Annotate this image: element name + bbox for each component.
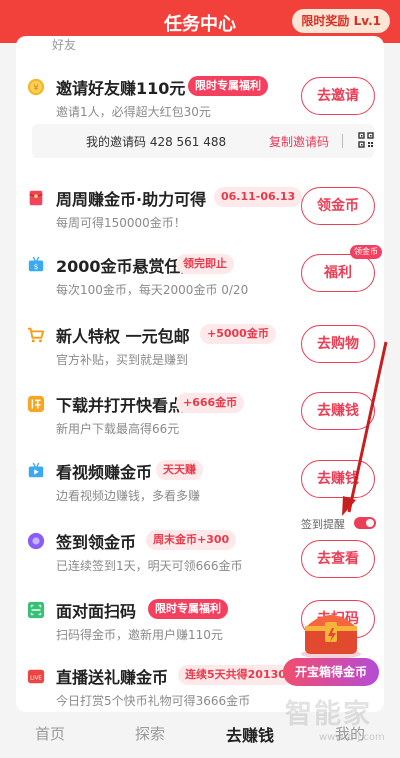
task-title: 看视频赚金币 bbox=[56, 463, 153, 482]
task-subtitle: 扫码得金币，邀新用户赚110元 bbox=[56, 628, 223, 642]
task-subtitle: 每次100金币，每天2000金币 0/20 bbox=[56, 283, 249, 297]
svg-text:$: $ bbox=[34, 262, 39, 271]
earn-money-button[interactable]: 去赚钱 bbox=[301, 460, 375, 498]
red-envelope-icon bbox=[29, 190, 43, 206]
claim-coins-badge: 领金币 bbox=[350, 245, 382, 259]
task-watch-video: 看视频赚金币 天天赚 边看视频边赚钱，多看多赚 去赚钱 bbox=[16, 456, 384, 516]
task-invite-friends: ¥ 邀请好友赚110元 限时专属福利 邀请1人，必得超大红包30元 去邀请 bbox=[16, 72, 384, 132]
toggle-knob bbox=[366, 519, 374, 527]
task-title: 面对面扫码 bbox=[56, 602, 137, 621]
task-subtitle: 每周可得150000金币！ bbox=[56, 216, 186, 230]
live-gift-icon: LIVE bbox=[27, 669, 45, 684]
reward-level-badge[interactable]: 限时奖励 Lv.1 bbox=[292, 9, 390, 33]
previous-section-text: 好友 bbox=[52, 38, 77, 52]
checkin-reminder-label: 签到提醒 bbox=[301, 518, 345, 531]
svg-text:LIVE: LIVE bbox=[30, 676, 42, 682]
tv-bounty-icon: $ bbox=[28, 256, 44, 272]
task-tag: +5000金币 bbox=[200, 324, 276, 344]
divider bbox=[342, 134, 343, 148]
tab-home[interactable]: 首页 bbox=[15, 723, 85, 744]
claim-coins-button[interactable]: 领金币 bbox=[301, 187, 375, 225]
invite-code-box: 我的邀请码 428 561 488 复制邀请码 bbox=[32, 124, 374, 158]
open-chest-label: 开宝箱得金币 bbox=[283, 658, 379, 686]
task-tag: 06.11-06.13 bbox=[214, 187, 303, 207]
task-subtitle: 今日打赏5个快币礼物可得3666金币 bbox=[56, 694, 251, 708]
scan-qr-icon bbox=[27, 601, 45, 619]
task-download-kuaikandian: 下载并打开快看点 +666金币 新用户下载最高得66元 去赚钱 bbox=[16, 389, 384, 449]
tab-explore[interactable]: 探索 bbox=[115, 723, 185, 744]
treasure-chest-icon bbox=[301, 615, 361, 659]
bottom-tab-bar: 首页 探索 去赚钱 我的 bbox=[0, 712, 400, 758]
copy-invite-code-link[interactable]: 复制邀请码 bbox=[269, 133, 329, 150]
task-tag: 限时专属福利 bbox=[148, 599, 228, 619]
shopping-cart-icon bbox=[27, 327, 45, 343]
task-subtitle: 新用户下载最高得66元 bbox=[56, 422, 180, 436]
gold-coin-icon: ¥ bbox=[27, 78, 45, 96]
task-tag: +666金币 bbox=[176, 393, 245, 413]
checkin-reminder-toggle[interactable] bbox=[354, 517, 376, 529]
task-tag: 天天赚 bbox=[156, 460, 203, 480]
earn-money-button[interactable]: 去赚钱 bbox=[301, 392, 375, 430]
welfare-button[interactable]: 福利 bbox=[301, 254, 375, 292]
tab-mine[interactable]: 我的 bbox=[315, 723, 385, 744]
task-title: 邀请好友赚110元 bbox=[56, 79, 186, 98]
go-shopping-button[interactable]: 去购物 bbox=[301, 325, 375, 363]
task-title: 新人特权 一元包邮 bbox=[56, 327, 190, 346]
invite-code-text: 我的邀请码 428 561 488 bbox=[86, 135, 227, 149]
kuaikandian-app-icon bbox=[27, 395, 45, 413]
task-subtitle: 官方补贴，买到就是赚到 bbox=[56, 353, 189, 367]
treasure-chest-widget[interactable]: 开宝箱得金币 bbox=[283, 604, 379, 690]
tab-earn-money[interactable]: 去赚钱 bbox=[215, 722, 285, 746]
task-weekly-coins: 周周赚金币·助力可得 06.11-06.13 每周可得150000金币！ 领金币 bbox=[16, 183, 384, 243]
task-tag: 周末金币+300 bbox=[146, 530, 237, 550]
qr-code-icon[interactable] bbox=[358, 132, 374, 148]
svg-text:¥: ¥ bbox=[33, 84, 39, 94]
checkin-circle-icon bbox=[27, 532, 45, 550]
task-new-user-shopping: 新人特权 一元包邮 +5000金币 官方补贴，买到就是赚到 去购物 bbox=[16, 320, 384, 380]
invite-button[interactable]: 去邀请 bbox=[301, 77, 375, 115]
task-title: 签到领金币 bbox=[56, 533, 137, 552]
task-tag: 限时专属福利 bbox=[188, 76, 268, 96]
task-tag: 连续5天共得20130 bbox=[178, 665, 293, 685]
task-subtitle: 边看视频边赚钱，多看多赚 bbox=[56, 489, 201, 503]
task-bounty: $ 2000金币悬赏任务 领完即止 每次100金币，每天2000金币 0/20 … bbox=[16, 245, 384, 310]
task-title: 周周赚金币·助力可得 bbox=[56, 190, 207, 209]
task-tag: 领完即止 bbox=[176, 254, 234, 274]
task-subtitle: 已连续签到1天，明天可领666金币 bbox=[56, 559, 243, 573]
task-title: 下载并打开快看点 bbox=[56, 396, 185, 415]
task-subtitle: 邀请1人，必得超大红包30元 bbox=[56, 105, 211, 119]
task-checkin: 签到领金币 周末金币+300 已连续签到1天，明天可领666金币 去查看 bbox=[16, 526, 384, 586]
video-tv-icon bbox=[28, 462, 44, 478]
view-checkin-button[interactable]: 去查看 bbox=[301, 540, 375, 578]
task-title: 直播送礼赚金币 bbox=[56, 668, 169, 687]
